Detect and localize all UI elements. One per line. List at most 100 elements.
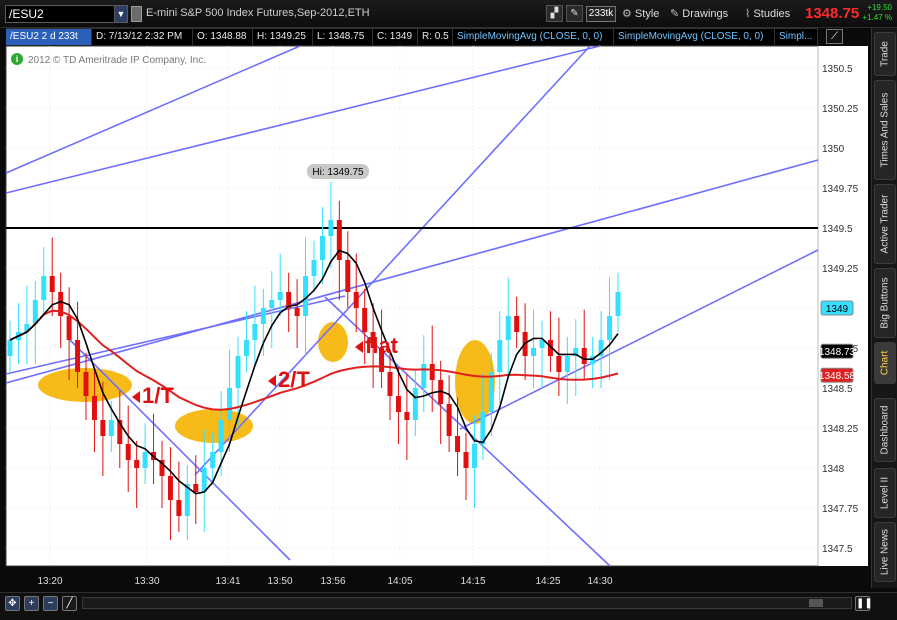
wrench-icon[interactable]: ✎ — [566, 5, 583, 22]
price-badge-label: 1348.73 — [819, 347, 856, 358]
info-symbol-period[interactable]: /ESU2 2 d 233t — [6, 29, 92, 45]
y-tick-label: 1347.5 — [822, 544, 853, 555]
x-tick-label: 13:56 — [320, 576, 345, 587]
candle-body — [446, 404, 452, 436]
studies-button[interactable]: ⌇ Studies — [745, 5, 790, 23]
info-close: C: 1349 — [373, 29, 418, 45]
candle-body — [412, 388, 418, 420]
drawing-line-icon[interactable]: ╱ — [62, 596, 77, 611]
x-tick-label: 13:20 — [37, 576, 62, 587]
candle-body — [210, 452, 216, 468]
drawings-label: Drawings — [682, 8, 729, 20]
chart-toolbar: /ESU2 ▼ E-mini S&P 500 Index Futures,Sep… — [0, 0, 897, 28]
candle-body — [91, 396, 97, 420]
chevron-down-icon[interactable]: ▼ — [114, 5, 128, 23]
x-tick-label: 14:05 — [387, 576, 412, 587]
tab-live-news[interactable]: Live News — [874, 522, 896, 582]
pause-icon[interactable]: ❚❚ — [855, 596, 873, 611]
tab-level-ii-label: Level II — [879, 476, 891, 510]
x-tick-label: 13:30 — [134, 576, 159, 587]
tab-live-news-label: Live News — [879, 528, 891, 576]
candle-body — [142, 452, 148, 468]
candle-body — [463, 452, 469, 468]
candle-body — [581, 348, 587, 364]
candle-body — [539, 340, 545, 348]
net-change-value: +19.50 — [867, 3, 892, 12]
style-icon: ⚙ — [622, 8, 635, 20]
y-tick-label: 1349.5 — [822, 224, 853, 235]
y-tick-label: 1350 — [822, 144, 845, 155]
link-icon[interactable] — [131, 6, 142, 22]
hi-label: Hi: 1349.75 — [307, 164, 369, 179]
info-study-sma-1[interactable]: SimpleMovingAvg (CLOSE, 0, 0) — [453, 29, 614, 45]
candle-body — [269, 300, 275, 308]
info-high: H: 1349.25 — [253, 29, 313, 45]
hi-label-text: Hi: 1349.75 — [312, 167, 364, 178]
tab-big-buttons-label: Big Buttons — [879, 277, 891, 329]
candle-body — [134, 460, 140, 468]
candle-body — [531, 348, 537, 356]
instrument-description: E-mini S&P 500 Index Futures,Sep-2012,ET… — [146, 7, 370, 19]
style-button[interactable]: ⚙ Style — [622, 5, 659, 23]
info-datetime: D: 7/13/12 2:32 PM — [92, 29, 193, 45]
tab-active-trader-label: Active Trader — [879, 194, 891, 254]
drawing-tool-icon[interactable]: ⟋ — [826, 29, 843, 44]
y-tick-label: 1350.5 — [822, 64, 853, 75]
candle-body — [429, 364, 435, 380]
aggregation-selector[interactable]: 233tk — [586, 6, 616, 22]
candle-body — [404, 412, 410, 420]
price-badge-label: 1348.58 — [819, 371, 856, 382]
copyright: i 2012 © TD Ameritrade IP Company, Inc. — [11, 53, 206, 66]
drawings-button[interactable]: ✎ Drawings — [670, 5, 728, 23]
right-tab-strip: Trade Times And Sales Active Trader Big … — [871, 28, 897, 588]
x-tick-label: 13:50 — [267, 576, 292, 587]
horizontal-scrollbar[interactable] — [82, 597, 852, 609]
info-low: L: 1348.75 — [313, 29, 373, 45]
tab-big-buttons[interactable]: Big Buttons — [874, 268, 896, 338]
zoom-fit-icon[interactable]: ✥ — [5, 596, 20, 611]
candle-body — [218, 420, 224, 452]
candle-body — [49, 276, 55, 292]
y-tick-label: 1348 — [822, 464, 845, 475]
annotation-label: 2/T — [278, 367, 310, 392]
price-badge-label: 1349 — [826, 304, 849, 315]
candle-body — [556, 356, 562, 372]
info-icon-glyph: i — [16, 54, 19, 64]
tab-chart[interactable]: Chart — [874, 342, 896, 384]
candle-body — [505, 316, 511, 340]
candle-body — [328, 220, 334, 236]
zoom-in-icon[interactable]: + — [24, 596, 39, 611]
info-study-sma-2[interactable]: SimpleMovingAvg (CLOSE, 0, 0) — [614, 29, 775, 45]
y-tick-label: 1347.75 — [822, 504, 859, 515]
y-tick-label: 1349.25 — [822, 264, 859, 275]
candle-body — [125, 444, 131, 460]
tab-times-and-sales[interactable]: Times And Sales — [874, 80, 896, 180]
candle-body — [564, 356, 570, 372]
candle-body — [252, 324, 258, 340]
candle-body — [514, 316, 520, 332]
candle-body — [497, 340, 503, 372]
y-tick-label: 1349.75 — [822, 184, 859, 195]
tab-level-ii[interactable]: Level II — [874, 468, 896, 518]
tab-chart-label: Chart — [879, 350, 891, 376]
candle-body — [108, 420, 114, 436]
studies-label: Studies — [753, 8, 791, 20]
highlight-ellipse — [318, 322, 348, 362]
tab-active-trader[interactable]: Active Trader — [874, 184, 896, 264]
tab-trade[interactable]: Trade — [874, 32, 896, 76]
y-tick-label: 1350.25 — [822, 104, 859, 115]
symbol-input[interactable]: /ESU2 — [5, 5, 115, 23]
scrollbar-thumb[interactable] — [809, 599, 823, 607]
zoom-out-icon[interactable]: − — [43, 596, 58, 611]
annotation-label: flat — [365, 333, 399, 358]
x-tick-label: 14:25 — [535, 576, 560, 587]
highlight-ellipse — [175, 409, 253, 443]
bar-chart-icon[interactable]: ▞ — [546, 5, 563, 22]
pencil-icon: ✎ — [670, 8, 683, 20]
candle-body — [66, 316, 72, 340]
candle-body — [455, 436, 461, 452]
price-chart[interactable]: 1350.5 1350.25 1350 1349.75 1349.5 1349.25 134… — [0, 45, 871, 592]
candle-body — [607, 316, 613, 340]
tab-dashboard[interactable]: Dashboard — [874, 398, 896, 462]
info-study-sma-3[interactable]: Simpl... — [775, 29, 818, 45]
